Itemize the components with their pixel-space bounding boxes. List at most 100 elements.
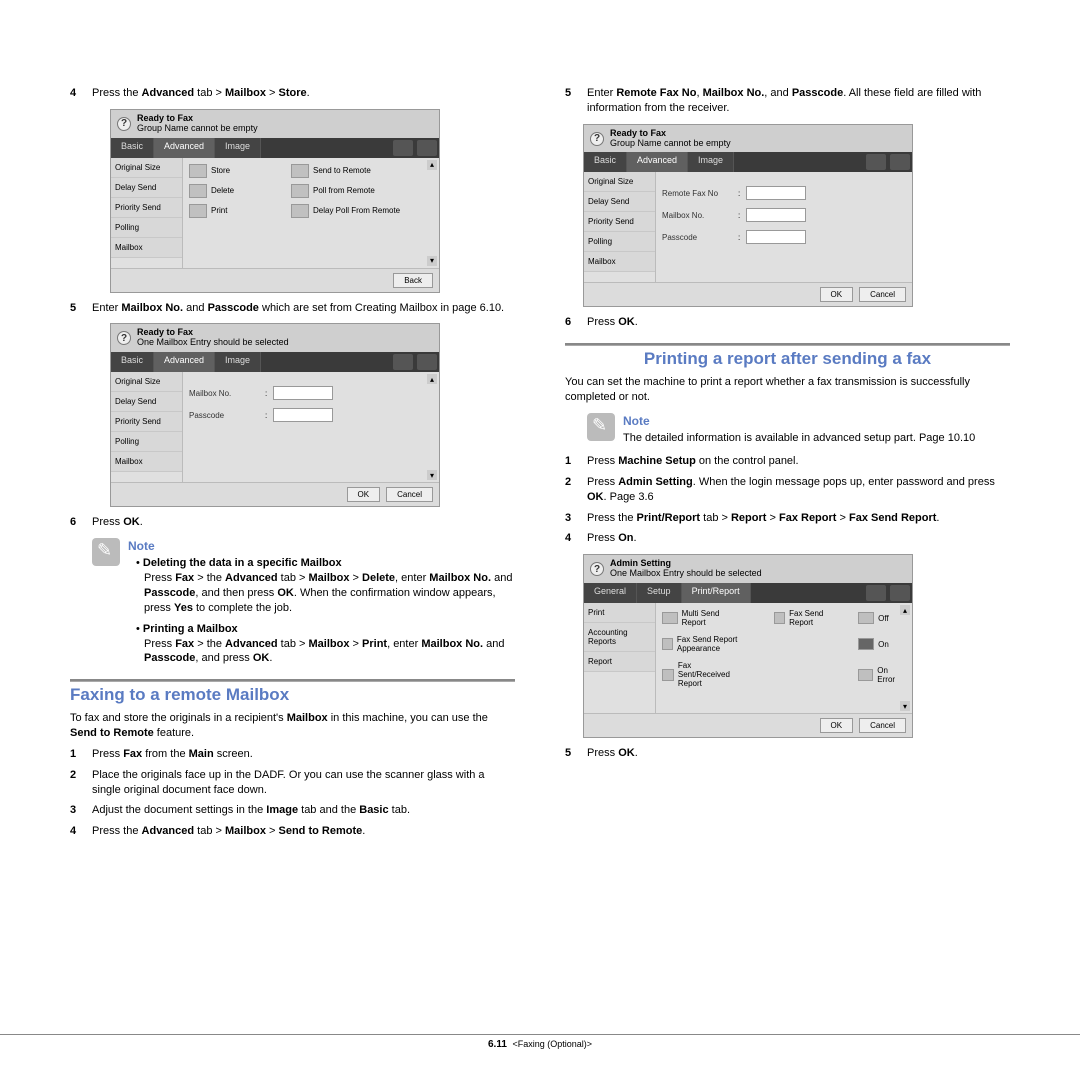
option-store[interactable]: Store <box>189 164 267 178</box>
report-step-3: 3Press the Print/Report tab > Report > F… <box>565 511 1010 526</box>
sidebar-item[interactable]: Polling <box>111 432 182 452</box>
toolbar-icon[interactable] <box>417 140 437 156</box>
sidebar-item[interactable]: Mailbox <box>111 452 182 472</box>
device-screenshot-remote-form: ?Ready to FaxGroup Name cannot be empty … <box>583 124 913 308</box>
sidebar-item[interactable]: Mailbox <box>111 238 182 258</box>
toolbar-icon[interactable] <box>890 585 910 601</box>
heading-faxing-remote: Faxing to a remote Mailbox <box>70 680 515 705</box>
field-passcode: Passcode: <box>662 230 906 244</box>
cancel-button[interactable]: Cancel <box>859 287 906 302</box>
sidebar-item[interactable]: Print <box>584 603 655 623</box>
report-step-2: 2Press Admin Setting. When the login mes… <box>565 475 1010 505</box>
faxing-intro: To fax and store the originals in a reci… <box>70 711 515 741</box>
scroll-up-icon[interactable]: ▴ <box>427 374 437 384</box>
fax-step-2: 2Place the originals face up in the DADF… <box>70 768 515 798</box>
tab-print-report[interactable]: Print/Report <box>682 583 751 603</box>
scroll-down-icon[interactable]: ▾ <box>427 470 437 480</box>
report-value[interactable]: Off <box>858 609 906 627</box>
step-body: Enter Mailbox No. and Passcode which are… <box>92 301 515 316</box>
scroll-down-icon[interactable]: ▾ <box>427 256 437 266</box>
tab-advanced[interactable]: Advanced <box>154 138 215 158</box>
ok-button[interactable]: OK <box>820 718 854 733</box>
field-passcode: Passcode: <box>189 408 433 422</box>
report-value-on[interactable]: On <box>858 635 906 653</box>
sidebar-item[interactable]: Original Size <box>111 372 182 392</box>
tab-image[interactable]: Image <box>688 152 734 172</box>
heading-print-report: Printing a report after sending a fax <box>565 344 1010 369</box>
tab-general[interactable]: General <box>584 583 637 603</box>
tab-image[interactable]: Image <box>215 352 261 372</box>
tab-basic[interactable]: Basic <box>584 152 627 172</box>
report-option[interactable]: Multi Send Report <box>662 609 744 627</box>
sidebar-item[interactable]: Delay Send <box>111 392 182 412</box>
scroll-up-icon[interactable]: ▴ <box>427 160 437 170</box>
step-body: Press the Advanced tab > Mailbox > Store… <box>92 86 515 101</box>
option-print[interactable]: Print <box>189 204 267 218</box>
passcode-input[interactable] <box>746 230 806 244</box>
tab-basic[interactable]: Basic <box>111 138 154 158</box>
report-option[interactable]: Fax Send Report Appearance <box>662 635 744 653</box>
page-section: <Faxing (Optional)> <box>512 1039 592 1049</box>
note-block: Note • Deleting the data in a specific M… <box>92 538 515 666</box>
scroll-down-icon[interactable]: ▾ <box>900 701 910 711</box>
option-send-remote[interactable]: Send to Remote <box>291 164 433 178</box>
ok-button[interactable]: OK <box>820 287 854 302</box>
note-bullet-delete: • Deleting the data in a specific Mailbo… <box>136 556 515 615</box>
manual-page: 4 Press the Advanced tab > Mailbox > Sto… <box>0 0 1080 1080</box>
note-block-right: Note The detailed information is availab… <box>587 413 1010 446</box>
field-remote-fax-no: Remote Fax No: <box>662 186 906 200</box>
tab-advanced[interactable]: Advanced <box>154 352 215 372</box>
toolbar-icon[interactable] <box>866 154 886 170</box>
toolbar-icon[interactable] <box>866 585 886 601</box>
sidebar-item[interactable]: Original Size <box>111 158 182 178</box>
report-value[interactable]: On Error <box>858 661 906 688</box>
option-delete[interactable]: Delete <box>189 184 267 198</box>
scroll-up-icon[interactable]: ▴ <box>900 605 910 615</box>
toolbar-icon[interactable] <box>393 140 413 156</box>
tab-setup[interactable]: Setup <box>637 583 682 603</box>
remote-step-6: 6Press OK. <box>565 315 1010 330</box>
passcode-input[interactable] <box>273 408 333 422</box>
cancel-button[interactable]: Cancel <box>386 487 433 502</box>
report-step-5: 5Press OK. <box>565 746 1010 761</box>
report-option[interactable]: Fax Sent/Received Report <box>662 661 744 688</box>
sidebar-item[interactable]: Mailbox <box>584 252 655 272</box>
tab-advanced[interactable]: Advanced <box>627 152 688 172</box>
sidebar-item[interactable]: Priority Send <box>111 198 182 218</box>
right-column: 5 Enter Remote Fax No, Mailbox No., and … <box>565 80 1010 845</box>
toolbar-icon[interactable] <box>417 354 437 370</box>
cancel-button[interactable]: Cancel <box>859 718 906 733</box>
field-mailbox-no: Mailbox No.: <box>662 208 906 222</box>
option-delay-poll[interactable]: Delay Poll From Remote <box>291 204 433 218</box>
sidebar-item[interactable]: Delay Send <box>584 192 655 212</box>
step-number: 4 <box>70 86 92 101</box>
sidebar-item[interactable]: Accounting Reports <box>584 623 655 652</box>
back-button[interactable]: Back <box>393 273 433 288</box>
step-6: 6 Press OK. <box>70 515 515 530</box>
sidebar-item[interactable]: Polling <box>111 218 182 238</box>
sidebar-item[interactable]: Report <box>584 652 655 672</box>
sidebar-item[interactable]: Priority Send <box>111 412 182 432</box>
tab-basic[interactable]: Basic <box>111 352 154 372</box>
report-option[interactable]: Fax Send Report <box>774 609 828 627</box>
device-main: ▴ Store Send to Remote Delete Poll from … <box>183 158 439 268</box>
tab-image[interactable]: Image <box>215 138 261 158</box>
help-icon: ? <box>590 132 604 146</box>
sidebar-item[interactable]: Original Size <box>584 172 655 192</box>
sidebar-item[interactable]: Polling <box>584 232 655 252</box>
fax-step-1: 1Press Fax from the Main screen. <box>70 747 515 762</box>
ok-button[interactable]: OK <box>347 487 381 502</box>
step-number: 6 <box>70 515 92 530</box>
mailbox-no-input[interactable] <box>746 208 806 222</box>
toolbar-icon[interactable] <box>393 354 413 370</box>
toolbar-icon[interactable] <box>890 154 910 170</box>
option-poll-remote[interactable]: Poll from Remote <box>291 184 433 198</box>
sidebar-item[interactable]: Priority Send <box>584 212 655 232</box>
device-titlebar: ? Ready to FaxGroup Name cannot be empty <box>111 110 439 138</box>
sidebar-item[interactable]: Delay Send <box>111 178 182 198</box>
mailbox-no-input[interactable] <box>273 386 333 400</box>
remote-fax-no-input[interactable] <box>746 186 806 200</box>
report-step-4: 4Press On. <box>565 531 1010 546</box>
device-tabs: Basic Advanced Image <box>111 138 439 158</box>
note-bullet-print: • Printing a Mailbox Press Fax > the Adv… <box>136 622 515 667</box>
